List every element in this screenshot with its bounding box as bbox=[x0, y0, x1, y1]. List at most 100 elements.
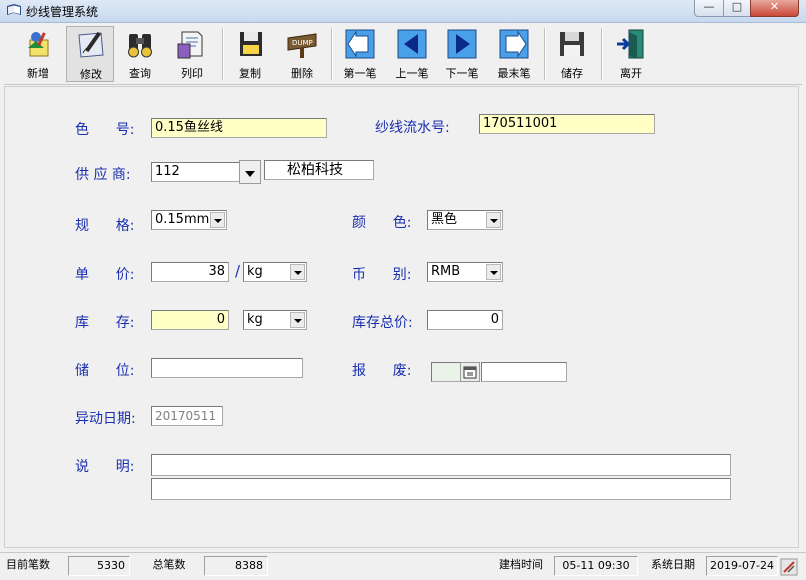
toolbar-label-print: 列印 bbox=[181, 67, 203, 80]
color-select[interactable]: 黑色 bbox=[427, 210, 503, 230]
scrap-date-field[interactable] bbox=[481, 362, 567, 382]
supplier-code-field[interactable]: 112 bbox=[151, 162, 243, 182]
chevron-down-icon[interactable] bbox=[290, 312, 305, 328]
price-field[interactable]: 38 bbox=[151, 262, 229, 282]
supplier-name-field: 松柏科技 bbox=[264, 160, 374, 180]
price-per-slash: / bbox=[235, 262, 241, 280]
query-button[interactable]: 查询 bbox=[116, 26, 164, 82]
color-label: 颜 色: bbox=[352, 215, 412, 231]
location-field[interactable] bbox=[151, 358, 303, 378]
prev-arrow-icon bbox=[397, 29, 427, 59]
toolbar-separator bbox=[544, 28, 546, 80]
new-button[interactable]: 新增 bbox=[14, 26, 62, 82]
color-select-value: 黑色 bbox=[431, 212, 458, 227]
price-unit-select[interactable]: kg bbox=[243, 262, 307, 282]
last-record-button[interactable]: 最末笔 bbox=[490, 26, 538, 82]
next-arrow-icon bbox=[447, 29, 477, 59]
color-no-label: 色 号: bbox=[75, 122, 135, 138]
chevron-down-icon[interactable] bbox=[290, 264, 305, 280]
first-arrow-icon bbox=[345, 29, 375, 59]
created-time-value: 05-11 09:30 bbox=[554, 556, 638, 576]
calendar-button[interactable] bbox=[460, 362, 480, 382]
resize-grip-icon[interactable] bbox=[779, 557, 799, 577]
serial-field[interactable]: 170511001 bbox=[479, 114, 655, 134]
record-form: 色 号: 0.15鱼丝线 纱线流水号: 170511001 供 应 商: 112… bbox=[4, 86, 799, 548]
calendar-icon bbox=[463, 366, 477, 379]
edit-button[interactable]: 修改 bbox=[66, 26, 114, 82]
chevron-down-icon[interactable] bbox=[210, 212, 225, 228]
toolbar: 新增 修改 查询 列印 复制 DUMP 删除 第一笔 上一笔 下一笔 最末笔 储… bbox=[4, 24, 802, 85]
stock-unit-value: kg bbox=[247, 312, 263, 327]
floppy-copy-icon bbox=[240, 32, 262, 56]
toolbar-label-exit: 离开 bbox=[620, 67, 642, 80]
stock-label: 库 存: bbox=[75, 315, 135, 331]
total-count-label: 总笔数 bbox=[152, 558, 186, 571]
stock-unit-select[interactable]: kg bbox=[243, 310, 307, 330]
binoculars-icon bbox=[128, 34, 152, 58]
last-arrow-icon bbox=[499, 29, 529, 59]
next-record-button[interactable]: 下一笔 bbox=[438, 26, 486, 82]
toolbar-label-first: 第一笔 bbox=[343, 67, 377, 80]
spec-select-value: 0.15mm bbox=[155, 212, 210, 227]
toolbar-label-prev: 上一笔 bbox=[395, 67, 429, 80]
close-button[interactable]: ✕ bbox=[750, 0, 799, 17]
location-label: 储 位: bbox=[75, 363, 135, 379]
copy-button[interactable]: 复制 bbox=[226, 26, 274, 82]
supplier-label: 供 应 商: bbox=[75, 167, 131, 183]
first-record-button[interactable]: 第一笔 bbox=[336, 26, 384, 82]
toolbar-label-edit: 修改 bbox=[80, 68, 102, 81]
toolbar-label-last: 最末笔 bbox=[497, 67, 531, 80]
toolbar-separator bbox=[331, 28, 333, 80]
stock-total-field: 0 bbox=[427, 310, 503, 330]
svg-text:DUMP: DUMP bbox=[292, 39, 313, 47]
save-button[interactable]: 储存 bbox=[548, 26, 596, 82]
created-time-label: 建档时间 bbox=[499, 558, 543, 571]
remark-label: 说 明: bbox=[75, 459, 135, 475]
stock-total-label: 库存总价: bbox=[352, 315, 413, 331]
exit-door-icon bbox=[617, 29, 644, 59]
dump-sign-icon: DUMP bbox=[287, 33, 317, 58]
system-date-label: 系统日期 bbox=[651, 558, 695, 571]
scrap-label: 报 废: bbox=[352, 363, 412, 379]
supplier-dropdown-button[interactable] bbox=[239, 160, 261, 184]
scrap-flag-field[interactable] bbox=[431, 362, 461, 382]
save-disk-icon bbox=[560, 32, 584, 56]
new-note-icon bbox=[28, 32, 49, 57]
remark-field-line1[interactable] bbox=[151, 454, 731, 476]
currency-select[interactable]: RMB bbox=[427, 262, 503, 282]
change-date-label: 异动日期: bbox=[75, 411, 136, 427]
toolbar-label-query: 查询 bbox=[129, 67, 151, 80]
spec-select[interactable]: 0.15mm bbox=[151, 210, 227, 230]
delete-button[interactable]: DUMP 删除 bbox=[278, 26, 326, 82]
toolbar-label-save: 储存 bbox=[561, 67, 583, 80]
toolbar-label-copy: 复制 bbox=[239, 67, 261, 80]
total-count-value: 8388 bbox=[204, 556, 268, 576]
currency-label: 币 别: bbox=[352, 267, 412, 283]
toolbar-separator bbox=[601, 28, 603, 80]
toolbar-separator bbox=[222, 28, 224, 80]
current-count-label: 目前笔数 bbox=[6, 558, 50, 571]
remark-field-line2[interactable] bbox=[151, 478, 731, 500]
toolbar-label-next: 下一笔 bbox=[445, 67, 479, 80]
stock-field[interactable]: 0 bbox=[151, 310, 229, 330]
chevron-down-icon[interactable] bbox=[486, 212, 501, 228]
app-book-icon bbox=[7, 4, 21, 15]
change-date-field: 20170511 bbox=[151, 406, 223, 426]
print-icon bbox=[177, 31, 203, 59]
prev-record-button[interactable]: 上一笔 bbox=[388, 26, 436, 82]
toolbar-label-new: 新增 bbox=[27, 67, 49, 80]
minimize-button[interactable]: — bbox=[694, 0, 724, 17]
serial-label: 纱线流水号: bbox=[375, 120, 450, 136]
maximize-button[interactable]: □ bbox=[723, 0, 751, 17]
chevron-down-icon[interactable] bbox=[486, 264, 501, 280]
color-no-field[interactable]: 0.15鱼丝线 bbox=[151, 118, 327, 138]
current-count-value: 5330 bbox=[68, 556, 130, 576]
system-date-value: 2019-07-24 bbox=[706, 556, 778, 576]
price-unit-value: kg bbox=[247, 264, 263, 279]
print-button[interactable]: 列印 bbox=[168, 26, 216, 82]
window-title: 纱线管理系统 bbox=[26, 5, 99, 19]
price-label: 单 价: bbox=[75, 267, 135, 283]
currency-select-value: RMB bbox=[431, 264, 461, 279]
status-bar: 目前笔数 5330 总笔数 8388 建档时间 05-11 09:30 系统日期… bbox=[0, 552, 806, 580]
exit-button[interactable]: 离开 bbox=[607, 26, 655, 82]
